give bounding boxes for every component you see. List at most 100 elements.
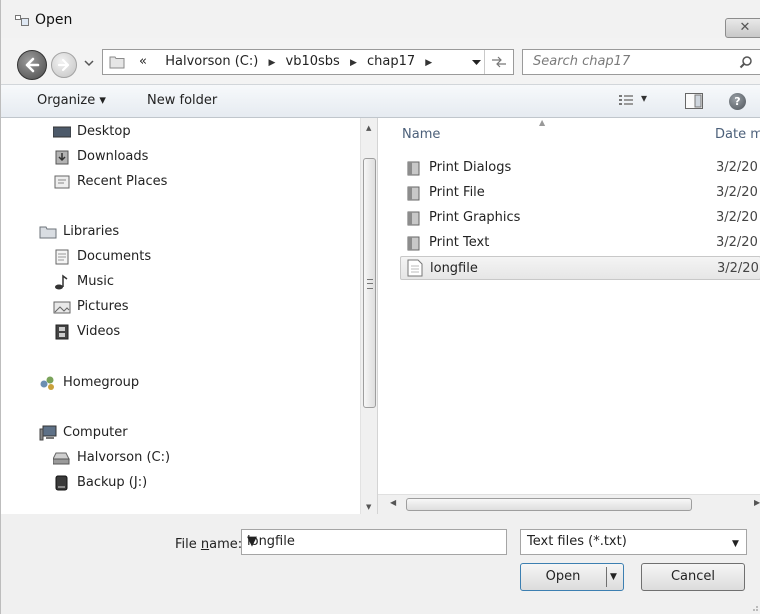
search-box[interactable]: Search chap17: [522, 49, 760, 75]
address-dropdown-icon[interactable]: [472, 60, 481, 66]
file-date: 3/2/20: [716, 235, 758, 250]
file-name-label: File name:: [175, 537, 242, 552]
computer-icon: [39, 425, 57, 441]
file-row[interactable]: Print Text 3/2/20: [400, 231, 760, 255]
cancel-button[interactable]: Cancel: [641, 563, 745, 591]
file-row[interactable]: Print Graphics 3/2/20: [400, 206, 760, 230]
nav-item-label: Homegroup: [63, 375, 140, 390]
preview-pane-icon[interactable]: [685, 93, 703, 109]
nav-item-label: Downloads: [77, 149, 149, 164]
documents-icon: [55, 249, 69, 265]
chevron-down-icon[interactable]: ▼: [247, 534, 257, 549]
scrollbar-thumb[interactable]: [406, 498, 692, 511]
window-icon: [15, 15, 29, 26]
file-name: Print Dialogs: [429, 160, 512, 175]
nav-item-label: Halvorson (C:): [77, 450, 171, 465]
file-date: 3/2/20: [717, 261, 759, 276]
nav-item-label: Libraries: [63, 224, 120, 239]
file-date: 3/2/20: [716, 210, 758, 225]
folder-icon: [407, 186, 420, 201]
back-button[interactable]: [17, 50, 47, 80]
chevron-down-icon[interactable]: ▼: [732, 539, 739, 549]
folder-icon: [407, 161, 420, 176]
search-input[interactable]: Search chap17: [533, 54, 630, 69]
nav-item-label: Pictures: [77, 299, 129, 314]
open-button[interactable]: Open ▼: [520, 563, 624, 591]
command-bar: Organize ▾ New folder ▾ ?: [1, 84, 760, 118]
file-date: 3/2/20: [716, 160, 758, 175]
open-button-label: Open: [545, 569, 581, 584]
recent-places-icon: [54, 175, 70, 189]
text-file-icon: [407, 259, 423, 277]
breadcrumb: « Halvorson (C:) ▶ vb10sbs ▶ chap17 ▶: [139, 54, 438, 69]
organize-button[interactable]: Organize ▾: [37, 93, 106, 108]
file-row[interactable]: Print File 3/2/20: [400, 181, 760, 205]
chevron-right-icon[interactable]: ▶: [425, 58, 432, 68]
scroll-right-icon[interactable]: ▶: [754, 498, 760, 507]
file-row-selected[interactable]: longfile 3/2/20: [400, 256, 760, 280]
downloads-icon: [55, 150, 69, 165]
search-icon[interactable]: [739, 55, 753, 69]
file-name: Print File: [429, 185, 485, 200]
drive-icon: [55, 475, 68, 491]
chevron-right-icon[interactable]: ▶: [350, 58, 357, 68]
folder-icon: [407, 211, 420, 226]
view-details-icon: [619, 95, 633, 105]
nav-item-label: Computer: [63, 425, 128, 440]
breadcrumb-chap17[interactable]: chap17: [367, 54, 415, 69]
change-view-button[interactable]: ▾: [619, 91, 647, 110]
column-header-date[interactable]: Date m: [715, 127, 760, 142]
file-name-label-text: ame:: [209, 537, 243, 552]
grip-icon: [367, 279, 373, 289]
sort-ascending-icon: ▲: [539, 118, 546, 127]
file-name: longfile: [430, 261, 478, 276]
forward-arrow-icon: [57, 58, 70, 72]
breadcrumb-drive[interactable]: Halvorson (C:): [165, 54, 258, 69]
refresh-button[interactable]: [484, 50, 513, 74]
chevron-right-icon[interactable]: ▶: [268, 58, 275, 68]
forward-button[interactable]: [51, 52, 77, 78]
file-row[interactable]: Print Dialogs 3/2/20: [400, 156, 760, 180]
file-name-label-accelerator: n: [200, 537, 210, 552]
address-bar[interactable]: « Halvorson (C:) ▶ vb10sbs ▶ chap17 ▶: [102, 49, 514, 75]
back-arrow-icon: [25, 57, 40, 73]
new-folder-button[interactable]: New folder: [147, 93, 217, 108]
nav-item-label: Desktop: [77, 124, 131, 139]
nav-item-label: Recent Places: [77, 174, 168, 189]
desktop-icon: [53, 126, 71, 138]
pictures-icon: [53, 301, 71, 314]
nav-item-label: Videos: [77, 324, 121, 339]
file-type-select[interactable]: Text files (*.txt) ▼: [520, 529, 747, 555]
breadcrumb-overflow[interactable]: «: [139, 54, 147, 69]
scroll-up-icon[interactable]: ▲: [366, 124, 371, 132]
nav-item-label: Documents: [77, 249, 152, 264]
nav-scrollbar[interactable]: ▲ ▼: [360, 118, 378, 514]
close-button[interactable]: ✕: [725, 18, 760, 38]
folder-icon: [407, 236, 420, 251]
file-list-hscrollbar[interactable]: ◀ ▶: [378, 494, 760, 514]
breadcrumb-vb10sbs[interactable]: vb10sbs: [286, 54, 340, 69]
scroll-down-icon[interactable]: ▼: [366, 503, 371, 511]
chevron-down-icon[interactable]: ▼: [610, 564, 617, 590]
music-icon: [55, 274, 68, 290]
title-bar: Open ✕: [1, 0, 760, 38]
nav-item-label: Music: [77, 274, 114, 289]
drive-icon: [53, 452, 70, 465]
open-dialog: Open ✕ « Halvorson (C:) ▶ vb10sbs ▶ chap…: [0, 0, 760, 614]
resize-grip-icon[interactable]: [749, 602, 759, 612]
help-icon[interactable]: ?: [729, 93, 746, 110]
libraries-icon: [39, 226, 57, 239]
scroll-left-icon[interactable]: ◀: [390, 498, 396, 507]
column-header-name[interactable]: Name: [402, 127, 440, 142]
homegroup-icon: [40, 376, 54, 390]
videos-icon: [55, 324, 69, 340]
views-dropdown-icon[interactable]: ▾: [641, 91, 647, 105]
file-type-value: Text files (*.txt): [527, 534, 627, 549]
file-name-combobox[interactable]: longfile ▼: [241, 529, 507, 555]
scrollbar-thumb[interactable]: [363, 158, 376, 408]
window-title: Open: [35, 12, 73, 28]
file-name: Print Graphics: [429, 210, 521, 225]
split-divider: [606, 567, 607, 587]
history-dropdown-icon[interactable]: [84, 59, 94, 67]
file-name: Print Text: [429, 235, 490, 250]
